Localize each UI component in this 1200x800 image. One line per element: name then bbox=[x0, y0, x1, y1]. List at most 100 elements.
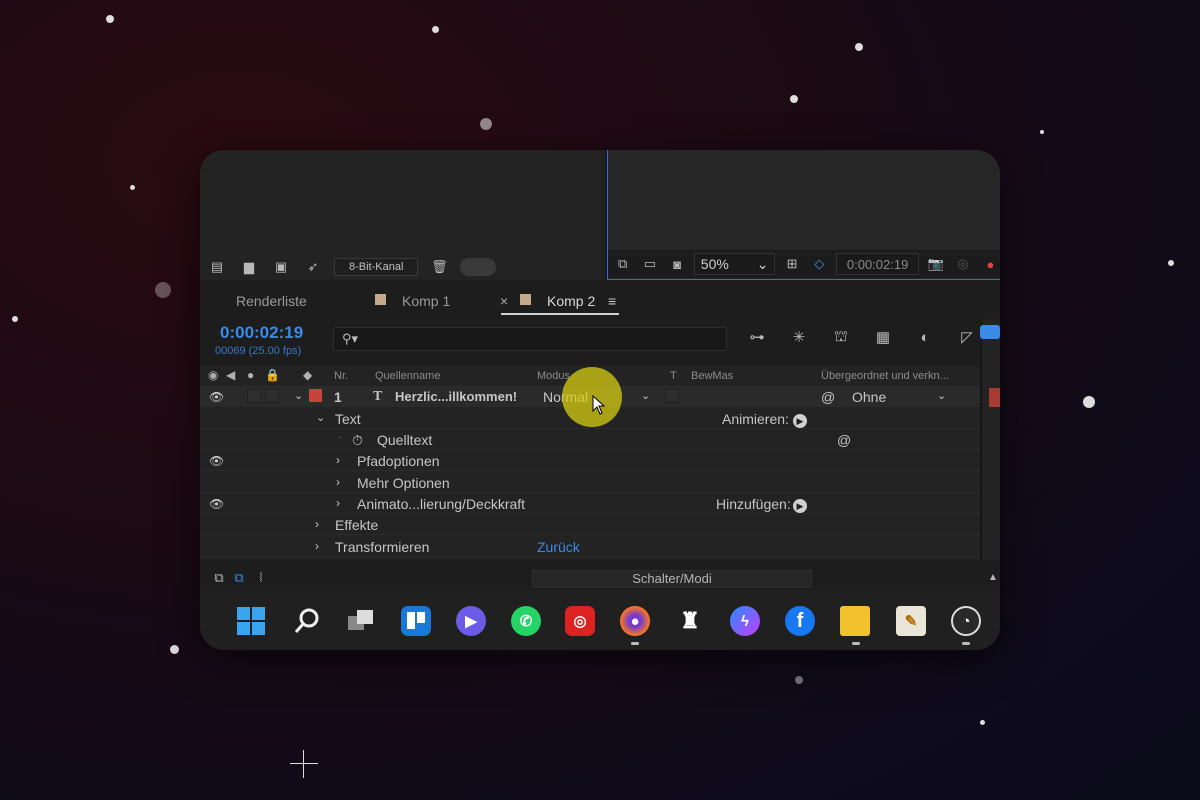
tab-komp-1[interactable]: Komp 1 bbox=[402, 293, 450, 309]
screenshot-tool-icon[interactable]: ◎ bbox=[565, 606, 595, 636]
star bbox=[170, 645, 179, 654]
firefox-icon[interactable]: ● bbox=[620, 606, 650, 636]
windows-start-icon[interactable] bbox=[236, 606, 266, 636]
collapsed-chevron-icon[interactable]: › bbox=[315, 539, 319, 553]
column-track-matte[interactable]: BewMas bbox=[691, 370, 733, 382]
graphic-app-icon[interactable]: ✎ bbox=[896, 606, 926, 636]
render-queue-icon[interactable]: ➶ bbox=[302, 259, 324, 275]
region-of-interest-icon[interactable]: ◇ bbox=[809, 256, 830, 272]
layer-duration-bar[interactable] bbox=[989, 388, 1000, 407]
collapsed-chevron-icon[interactable]: › bbox=[336, 496, 340, 510]
motion-blur-icon[interactable]: ◐ bbox=[913, 329, 937, 346]
podcast-icon[interactable]: ♜ bbox=[675, 606, 705, 636]
chevron-down-icon[interactable]: ⌄ bbox=[937, 389, 946, 402]
parent-dropdown[interactable]: Ohne bbox=[852, 389, 886, 405]
layer-name[interactable]: Herzlic...illkommen! bbox=[395, 389, 517, 404]
new-folder-icon[interactable]: ▆ bbox=[238, 259, 260, 275]
property-row-transform[interactable]: › Transformieren Zurück bbox=[200, 536, 980, 557]
whatsapp-icon[interactable]: ✆ bbox=[511, 606, 541, 636]
panel-menu-icon[interactable]: ≡ bbox=[608, 293, 616, 309]
column-parent[interactable]: Übergeordnet und verkn... bbox=[821, 370, 949, 382]
messenger-icon[interactable]: ϟ bbox=[730, 606, 760, 636]
video-eye-icon[interactable]: ◉ bbox=[208, 368, 218, 382]
new-composition-icon[interactable]: ▣ bbox=[270, 259, 292, 275]
snapshot-camera-icon[interactable]: 📷 bbox=[925, 256, 946, 272]
expand-chevron-icon[interactable]: ⌄ bbox=[316, 411, 325, 424]
star bbox=[795, 676, 803, 684]
draft-3d-icon[interactable]: ✳ bbox=[787, 329, 811, 346]
close-tab-icon[interactable]: × bbox=[500, 293, 508, 309]
property-effects: Effekte bbox=[335, 517, 379, 533]
zoom-dropdown[interactable]: 50% ⌄ bbox=[693, 253, 776, 275]
chevron-down-icon[interactable]: ⌄ bbox=[641, 389, 650, 402]
trash-icon[interactable]: 🗑 bbox=[428, 259, 450, 275]
show-snapshot-icon[interactable]: ◎ bbox=[952, 256, 973, 272]
layer-switches-icon[interactable]: ⧉ bbox=[208, 570, 230, 586]
obs-icon[interactable]: ◔ bbox=[951, 606, 981, 636]
current-time-display[interactable]: 0:00:02:19 bbox=[220, 323, 303, 343]
property-row-source-text[interactable]: · ⏱ Quelltext @ bbox=[200, 429, 980, 450]
channels-icon[interactable]: ● bbox=[980, 256, 1000, 272]
property-row-more-options[interactable]: › Mehr Optionen bbox=[200, 472, 980, 493]
eye-icon[interactable]: 👁 bbox=[209, 454, 224, 468]
solo-box[interactable] bbox=[247, 389, 261, 403]
property-row-effects[interactable]: › Effekte bbox=[200, 514, 980, 535]
reset-link[interactable]: Zurück bbox=[537, 539, 580, 555]
playhead-handle[interactable] bbox=[980, 325, 1000, 339]
column-nr[interactable]: Nr. bbox=[334, 370, 348, 382]
video-chat-icon[interactable]: ▶ bbox=[456, 606, 486, 636]
viewer-timecode[interactable]: 0:00:02:19 bbox=[836, 253, 920, 275]
stopwatch-icon[interactable]: ⏱ bbox=[352, 432, 363, 449]
chevron-down-icon: ⌄ bbox=[756, 255, 769, 272]
bit-depth-button[interactable]: 8-Bit-Kanal bbox=[334, 258, 419, 276]
grid-guides-icon[interactable]: ⊞ bbox=[781, 256, 802, 272]
lock-box[interactable] bbox=[265, 389, 279, 403]
file-explorer-icon[interactable] bbox=[840, 606, 870, 636]
solo-dot-icon[interactable]: ● bbox=[247, 368, 254, 382]
column-source-name[interactable]: Quellenname bbox=[375, 370, 440, 382]
collapsed-chevron-icon[interactable]: › bbox=[336, 475, 340, 489]
collapsed-chevron-icon[interactable]: › bbox=[315, 517, 319, 531]
task-view-icon[interactable] bbox=[346, 606, 376, 636]
search-icon[interactable] bbox=[292, 606, 322, 636]
collapsed-chevron-icon[interactable]: › bbox=[336, 453, 340, 467]
property-row-path-options[interactable]: 👁 › Pfadoptionen bbox=[200, 450, 980, 471]
eye-icon[interactable]: 👁 bbox=[209, 390, 224, 404]
facebook-icon[interactable]: f bbox=[785, 606, 815, 636]
expand-chevron-icon[interactable]: ⌄ bbox=[294, 389, 303, 402]
star bbox=[432, 26, 439, 33]
graph-editor-icon[interactable]: ◸ bbox=[955, 329, 979, 346]
column-mode[interactable]: Modus bbox=[537, 370, 570, 382]
composition-flowchart-icon[interactable]: ⊶ bbox=[745, 329, 769, 346]
pickwhip-spiral-icon[interactable]: @ bbox=[821, 389, 835, 405]
in-out-icon[interactable]: ⦚ bbox=[250, 570, 272, 586]
tab-komp-2[interactable]: Komp 2 bbox=[547, 293, 595, 309]
pickwhip-spiral-icon[interactable]: @ bbox=[837, 432, 851, 448]
property-row-animator[interactable]: 👁 › Animato...lierung/Deckkraft Hinzufüg… bbox=[200, 493, 980, 514]
label-tag-icon[interactable]: ◆ bbox=[303, 368, 312, 382]
lock-icon[interactable]: 🔒 bbox=[265, 368, 280, 382]
monitor-icon[interactable]: ▭ bbox=[639, 256, 660, 272]
interpret-footage-icon[interactable]: ▤ bbox=[206, 259, 228, 275]
column-t[interactable]: T bbox=[670, 370, 677, 382]
tab-renderliste[interactable]: Renderliste bbox=[236, 293, 307, 309]
timeline-graph-strip[interactable] bbox=[980, 319, 1000, 560]
transfer-controls-icon[interactable]: ⧉ bbox=[228, 570, 250, 586]
layer-number: 1 bbox=[334, 389, 342, 405]
frame-blending-icon[interactable]: ▦ bbox=[871, 329, 895, 346]
property-source-text: Quelltext bbox=[377, 432, 433, 448]
zoom-value: 50% bbox=[700, 256, 729, 272]
switches-modes-toggle[interactable]: Schalter/Modi bbox=[532, 570, 812, 588]
project-scroll-pill[interactable] bbox=[460, 258, 497, 276]
layer-search-input[interactable]: ⚲▾ bbox=[333, 327, 727, 351]
preserve-transparency-box[interactable] bbox=[665, 389, 679, 403]
shy-layers-icon[interactable]: ⛫ bbox=[829, 328, 853, 345]
zoom-up-icon[interactable]: ▲ bbox=[982, 569, 1000, 585]
layer-label-color[interactable] bbox=[309, 389, 322, 402]
mask-visibility-icon[interactable]: ◙ bbox=[667, 256, 688, 272]
audio-speaker-icon[interactable]: ◀ bbox=[226, 368, 235, 382]
trello-icon[interactable] bbox=[401, 606, 431, 636]
eye-icon[interactable]: 👁 bbox=[209, 497, 224, 511]
always-preview-icon[interactable]: ⧉ bbox=[612, 256, 633, 272]
star bbox=[130, 185, 135, 190]
